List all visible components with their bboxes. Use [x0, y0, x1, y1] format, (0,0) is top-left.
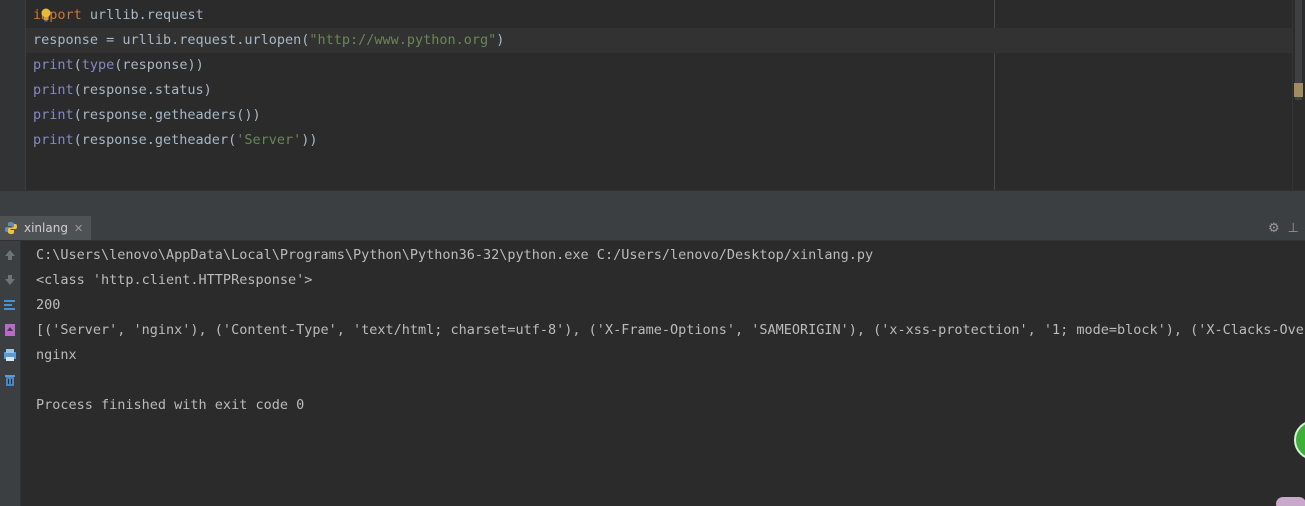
code-line[interactable]: print(response.status) — [33, 78, 212, 103]
console-status-line: 200 — [36, 297, 61, 313]
rerun-up-icon[interactable] — [2, 247, 18, 263]
soft-wrap-icon[interactable] — [2, 297, 18, 313]
code-line[interactable]: print(type(response)) — [33, 53, 204, 78]
console-command-line: C:\Users\lenovo\AppData\Local\Programs\P… — [36, 247, 874, 263]
run-toolbar — [0, 241, 21, 506]
python-icon — [5, 222, 17, 234]
scroll-end-icon[interactable] — [2, 322, 18, 338]
code-token: print — [33, 107, 74, 123]
code-token: (response.getheaders()) — [73, 107, 261, 123]
code-token: print — [33, 132, 74, 148]
code-line[interactable]: import urllib.request — [33, 3, 204, 28]
run-console-output[interactable]: C:\Users\lenovo\AppData\Local\Programs\P… — [21, 241, 1305, 506]
lightbulb-icon[interactable] — [40, 8, 52, 22]
panel-divider[interactable] — [0, 190, 1305, 217]
floating-widget[interactable] — [1276, 497, 1305, 506]
code-token: ) — [496, 32, 505, 48]
code-line[interactable]: print(response.getheader('Server')) — [33, 128, 318, 153]
code-token: )) — [301, 132, 318, 148]
print-icon[interactable] — [2, 347, 18, 363]
code-token: print — [33, 82, 74, 98]
trash-icon[interactable] — [2, 372, 18, 388]
rerun-down-icon[interactable] — [2, 272, 18, 288]
editor-gutter — [0, 0, 26, 190]
run-tab-label: xinlang — [24, 221, 68, 235]
code-token: urllib.request — [81, 7, 204, 23]
ide-window: import urllib.request response = urllib.r… — [0, 0, 1305, 506]
code-token: (response.getheader( — [73, 132, 237, 148]
console-server-line: nginx — [36, 347, 77, 363]
console-exit-line: Process finished with exit code 0 — [36, 397, 305, 413]
run-panel-actions: ⚙ ⊥ — [1268, 216, 1299, 240]
console-class-line: <class 'http.client.HTTPResponse'> — [36, 272, 313, 288]
code-token: ( — [73, 57, 82, 73]
code-line[interactable]: response = urllib.request.urlopen("http:… — [26, 28, 1293, 53]
code-editor[interactable]: import urllib.request response = urllib.r… — [0, 0, 1305, 190]
run-panel-header: xinlang ✕ ⚙ ⊥ — [0, 216, 1305, 241]
tab-run-xinlang[interactable]: xinlang ✕ — [0, 216, 92, 240]
code-token: (response)) — [114, 57, 204, 73]
warning-marker[interactable] — [1294, 83, 1303, 97]
code-token: "http://www.python.org" — [309, 32, 497, 48]
code-token: 'Server' — [236, 132, 302, 148]
close-icon[interactable]: ✕ — [74, 222, 83, 235]
gear-icon[interactable]: ⚙ — [1268, 221, 1280, 236]
code-token: response = urllib.request.urlopen( — [33, 32, 310, 48]
code-token: type — [81, 57, 115, 73]
code-token: print — [33, 57, 74, 73]
code-token: (response.status) — [73, 82, 212, 98]
editor-scrollbar[interactable] — [1292, 0, 1305, 190]
hide-panel-icon[interactable]: ⊥ — [1288, 221, 1299, 236]
code-line[interactable]: print(response.getheaders()) — [33, 103, 261, 128]
console-headers-line: [('Server', 'nginx'), ('Content-Type', '… — [36, 322, 1305, 338]
